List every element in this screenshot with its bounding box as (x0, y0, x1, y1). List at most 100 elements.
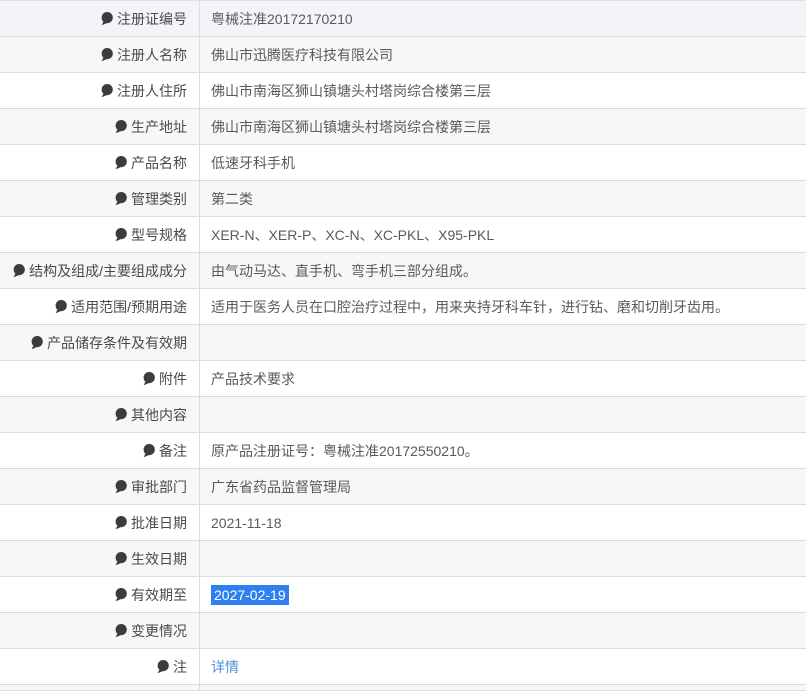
row-value-cell: 佛山市南海区狮山镇塘头村塔岗综合楼第三层 (200, 109, 806, 144)
lightbulb-icon (142, 443, 156, 459)
row-label-cell: 生效日期 (0, 541, 200, 576)
row-value-cell (200, 325, 806, 360)
table-row: 产品名称 低速牙科手机 (0, 145, 806, 181)
table-row: 生产地址 佛山市南海区狮山镇塘头村塔岗综合楼第三层 (0, 109, 806, 145)
row-value-cell: 2027-02-19 (200, 577, 806, 612)
row-value: 产品技术要求 (211, 370, 295, 387)
table-row: 注册人名称 佛山市迅腾医疗科技有限公司 (0, 37, 806, 73)
table-row: 备注 原产品注册证号：粤械注准20172550210。 (0, 433, 806, 469)
row-label: 变更情况 (131, 622, 187, 639)
row-label-cell: 管理类别 (0, 181, 200, 216)
row-label-cell: 附件 (0, 361, 200, 396)
lightbulb-icon (100, 11, 114, 27)
row-label: 产品名称 (131, 154, 187, 171)
row-value: 广东省药品监督管理局 (211, 478, 351, 495)
row-label: 其他内容 (131, 406, 187, 423)
row-label-cell: 型号规格 (0, 217, 200, 252)
row-value-cell: 原产品注册证号：粤械注准20172550210。 (200, 433, 806, 468)
lightbulb-icon (114, 191, 128, 207)
row-label-cell: 注 (0, 649, 200, 684)
row-value-cell: 2021-11-18 (200, 505, 806, 540)
lightbulb-icon (100, 47, 114, 63)
row-label: 备注 (159, 442, 187, 459)
details-link[interactable]: 详情 (211, 657, 239, 677)
table-row: 其他内容 (0, 397, 806, 433)
row-label-cell: 产品名称 (0, 145, 200, 180)
lightbulb-icon (12, 263, 26, 279)
row-value-cell: 由气动马达、直手机、弯手机三部分组成。 (200, 253, 806, 288)
lightbulb-icon (114, 227, 128, 243)
row-value-cell: 佛山市迅腾医疗科技有限公司 (200, 37, 806, 72)
row-value: XER-N、XER-P、XC-N、XC-PKL、X95-PKL (211, 226, 495, 243)
row-label: 注册人名称 (117, 46, 187, 63)
table-row: 注册证编号 粤械注准20172170210 (0, 1, 806, 37)
row-value-cell: 低速牙科手机 (200, 145, 806, 180)
row-value-cell: 第二类 (200, 181, 806, 216)
row-label-cell: 其他内容 (0, 397, 200, 432)
row-label: 有效期至 (131, 586, 187, 603)
next-row-partial (0, 685, 806, 691)
row-label: 批准日期 (131, 514, 187, 531)
row-label-cell: 备注 (0, 433, 200, 468)
row-label: 注册证编号 (117, 10, 187, 27)
row-label: 注 (173, 658, 187, 675)
selected-expiry-date: 2027-02-19 (211, 584, 289, 605)
row-label: 产品储存条件及有效期 (47, 334, 187, 351)
row-label-cell: 注册人名称 (0, 37, 200, 72)
lightbulb-icon (114, 623, 128, 639)
row-value-cell: 适用于医务人员在口腔治疗过程中，用来夹持牙科车针，进行钻、磨和切削牙齿用。 (200, 289, 806, 324)
row-label-cell: 结构及组成/主要组成成分 (0, 253, 200, 288)
row-value: 低速牙科手机 (211, 154, 295, 171)
table-row: 批准日期 2021-11-18 (0, 505, 806, 541)
lightbulb-icon (114, 155, 128, 171)
row-value: 适用于医务人员在口腔治疗过程中，用来夹持牙科车针，进行钻、磨和切削牙齿用。 (211, 298, 729, 315)
row-label: 审批部门 (131, 478, 187, 495)
row-label-cell: 审批部门 (0, 469, 200, 504)
lightbulb-icon (114, 479, 128, 495)
row-value: 粤械注准20172170210 (211, 10, 353, 27)
table-row: 审批部门 广东省药品监督管理局 (0, 469, 806, 505)
row-label: 附件 (159, 370, 187, 387)
row-value-cell (200, 541, 806, 576)
lightbulb-icon (142, 371, 156, 387)
row-value: 原产品注册证号：粤械注准20172550210。 (211, 442, 479, 459)
table-row: 有效期至 2027-02-19 (0, 577, 806, 613)
table-row: 结构及组成/主要组成成分 由气动马达、直手机、弯手机三部分组成。 (0, 253, 806, 289)
table-row: 管理类别 第二类 (0, 181, 806, 217)
registration-detail-table: 注册证编号 粤械注准20172170210 注册人名称 佛山市迅腾医疗科技有限公… (0, 0, 806, 691)
table-row: 注 详情 (0, 649, 806, 685)
row-label: 注册人住所 (117, 82, 187, 99)
table-row: 产品储存条件及有效期 (0, 325, 806, 361)
next-row-label-stub (0, 685, 200, 690)
row-value-cell: XER-N、XER-P、XC-N、XC-PKL、X95-PKL (200, 217, 806, 252)
lightbulb-icon (114, 515, 128, 531)
row-value: 佛山市迅腾医疗科技有限公司 (211, 46, 393, 63)
row-value: 第二类 (211, 190, 253, 207)
lightbulb-icon (114, 551, 128, 567)
row-label-cell: 注册人住所 (0, 73, 200, 108)
row-value-cell: 粤械注准20172170210 (200, 1, 806, 36)
lightbulb-icon (54, 299, 68, 315)
lightbulb-icon (100, 83, 114, 99)
row-value: 佛山市南海区狮山镇塘头村塔岗综合楼第三层 (211, 118, 491, 135)
row-label-cell: 批准日期 (0, 505, 200, 540)
table-row: 适用范围/预期用途 适用于医务人员在口腔治疗过程中，用来夹持牙科车针，进行钻、磨… (0, 289, 806, 325)
row-value: 佛山市南海区狮山镇塘头村塔岗综合楼第三层 (211, 82, 491, 99)
table-row: 附件 产品技术要求 (0, 361, 806, 397)
row-label: 适用范围/预期用途 (71, 298, 187, 315)
row-value-cell (200, 613, 806, 648)
table-row: 生效日期 (0, 541, 806, 577)
table-row: 变更情况 (0, 613, 806, 649)
row-value-cell: 产品技术要求 (200, 361, 806, 396)
row-label: 型号规格 (131, 226, 187, 243)
row-label-cell: 产品储存条件及有效期 (0, 325, 200, 360)
lightbulb-icon (30, 335, 44, 351)
row-value-cell: 详情 (200, 649, 806, 684)
lightbulb-icon (114, 119, 128, 135)
lightbulb-icon (114, 407, 128, 423)
row-value-cell: 广东省药品监督管理局 (200, 469, 806, 504)
lightbulb-icon (156, 659, 170, 675)
row-value-cell: 佛山市南海区狮山镇塘头村塔岗综合楼第三层 (200, 73, 806, 108)
lightbulb-icon (114, 587, 128, 603)
row-value-cell (200, 397, 806, 432)
